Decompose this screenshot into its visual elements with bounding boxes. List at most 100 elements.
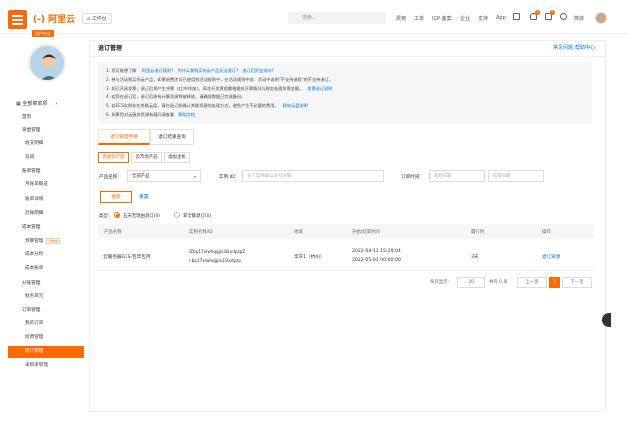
notice-text: 1. 您可能想了解 [106,68,138,73]
nav-enterprise[interactable]: 企业 [460,15,470,22]
notice-link[interactable]: 阿里云退订规则? [142,68,174,73]
help-icon[interactable] [560,13,567,20]
col-instance: 实例名称/ID [189,230,213,235]
sidebar-item-label: 预算管理 [25,239,44,244]
notice-link[interactable]: 为什么我购买的云产品无法退订? [177,68,238,73]
sidebar-item-label: 充值 [25,155,35,161]
row-instance-id: i-bp17xlwhqgjls3l2xdpzp [189,258,242,263]
notice-line: 6. 如果您对云服务资源有疑问请查看 帮助文档 [106,112,195,118]
sidebar-item[interactable]: 财务单元 [8,291,84,303]
sidebar-item[interactable]: 成本管理 [8,222,84,234]
nav-support[interactable]: 支持 [478,15,488,22]
sidebar-item-label: 账单详情 [25,196,44,202]
radio-five-day-label[interactable]: 五天无理由退订(0) [123,213,160,219]
col-product: 产品名称 [104,230,122,235]
sidebar-item[interactable]: 退订管理 [8,346,84,359]
notice-link[interactable]: 退订后资金流向? [242,68,274,73]
sidebar-item[interactable]: 账单详情 [8,194,84,206]
menu-toggle-button[interactable] [8,10,27,29]
nav-app[interactable]: App [496,15,506,21]
order-time-label: 订单时间: [401,175,421,180]
current-page-button[interactable]: 1 [549,277,560,288]
sidebar-item-label: 对账明细 [25,210,44,216]
workbench-button[interactable]: ⌂ 工作台 [82,13,112,24]
sidebar-item[interactable]: 账单管理 [8,166,84,178]
unsubscribe-resource-link[interactable]: 退订资源 [542,254,560,260]
notification-badge: 1 [535,10,540,15]
new-badge: New [46,238,61,244]
col-time: 开始/结束时间 [352,230,380,235]
notice-text: 4. 若您在退订后，退订后原有计算资源将被释放，请确保数据已完成备份。 [106,94,246,100]
search-input[interactable]: 搜索... [288,12,386,24]
tab-normal-product[interactable]: 普通云产品 [98,152,129,163]
radio-partial-label[interactable]: 非全额退订(0) [183,213,211,219]
sidebar-item[interactable]: 对账明细 [8,208,84,220]
instance-id-input[interactable]: 多个实例ID以逗号分隔 [242,170,384,182]
notice-text: 2. 券与活动购买的云产品，如果退费涉及已使用到活动规则中，在活动规则中说：活动… [106,76,333,82]
row-region: 华东1（杭州） [294,255,325,260]
user-avatar[interactable] [595,12,607,24]
notice-line: 3. 如已开具发票，退订后将产生冲票（红冲/作废），再次开发票前需根据应开票情况… [106,86,332,92]
sidebar-item[interactable]: 分账管理 [8,278,84,290]
per-page-input[interactable]: 20 [457,277,485,288]
sidebar-item-label: 续费管理 [25,335,44,340]
feedback-handle[interactable] [602,313,611,327]
row-duration: 3天 [471,255,479,260]
sidebar-item-label: 月账单概览 [25,182,48,188]
sidebar-item[interactable]: 订单管理 [8,305,84,317]
row-instance-name: iZbp17xlwhqgjls3l2xdpzpZ [189,249,246,254]
nav-billing[interactable]: 费用 [396,15,406,22]
sidebar-item-label: 采购审管理 [25,363,48,369]
type-label: 类型: [99,214,110,219]
sidebar-item[interactable]: 预算管理 New [8,235,84,247]
message-icon[interactable] [513,13,520,20]
nav-tickets[interactable]: 工单 [414,15,424,22]
tab-marketplace-product[interactable]: 云市场产品 [131,152,162,163]
table-header [98,224,594,239]
col-region: 地域 [294,230,303,235]
tab-results[interactable]: 退订结果查询 [150,129,194,145]
sidebar-item-label: 财务单元 [25,293,44,299]
all-menu-button[interactable]: ▦ 全部菜单项 › [16,100,57,107]
sidebar-item[interactable]: 成本分析 [8,249,84,261]
page-title: 退订管理 [98,45,123,52]
tab-apply[interactable]: 退订管理申请 [98,129,150,145]
product-select[interactable]: 全部产品 [127,170,201,182]
nav-icp[interactable]: ICP 备案 [432,15,452,22]
radio-five-day[interactable] [114,212,120,218]
row-start-time: 2022-04-11 15:29:04 [352,249,401,254]
notice-link[interactable]: 释放云盘说明 [283,103,308,108]
sidebar-item-label: 首页 [22,115,32,120]
row-divider [98,270,594,271]
product-label: 产品名称: [99,175,119,180]
reset-button[interactable]: 重置 [139,193,149,200]
per-page-label: 每页显示: [430,280,450,285]
sidebar-item[interactable]: 成本账单 [8,263,84,275]
sidebar-item[interactable]: 续费管理 [8,332,84,344]
sidebar-item[interactable]: 采购审管理 [8,360,84,372]
next-page-button[interactable]: 下一页 [562,277,592,288]
prev-page-button[interactable]: 上一页 [517,277,547,288]
instance-id-label: 实例 ID: [219,175,237,180]
sidebar-item[interactable]: 收支明细 [8,138,84,150]
help-center-link[interactable]: 帮助中心 [575,44,595,51]
search-button[interactable]: 搜索 [100,191,132,203]
notice-link[interactable]: 帮助文档 [178,112,195,117]
faq-link[interactable]: 常见问题 [553,44,573,51]
sidebar-item[interactable]: 月账单概览 [8,179,84,191]
sidebar-item-label: 成本分析 [25,252,44,258]
sidebar-item[interactable]: 资金管理 [8,125,84,137]
end-date-input[interactable]: 结束日期 [488,170,544,182]
notice-link[interactable]: 发票退订说明 [307,86,332,91]
aliyun-logo[interactable]: (-) 阿里云 [33,12,75,25]
sidebar-item[interactable]: 首页 [8,112,84,124]
radio-partial[interactable] [174,212,180,218]
start-date-input[interactable]: 起始日期 [429,170,485,182]
tab-virtual-host[interactable]: 虚拟主机 [164,152,190,163]
language-switch[interactable]: 简体 [574,15,584,22]
sidebar-item[interactable]: 充值 [8,152,84,164]
notice-line: 5. 若ECS实例存在关联云盘，请在退订前确认关联资源的处理方式，避免产生不必要… [106,103,308,109]
sidebar-item-label: 资金管理 [22,128,41,133]
sidebar-item[interactable]: 我的订单 [8,318,84,330]
notice-line: 1. 您可能想了解 阿里云退订规则? 为什么我购买的云产品无法退订? 退订后资金流向… [106,68,274,74]
